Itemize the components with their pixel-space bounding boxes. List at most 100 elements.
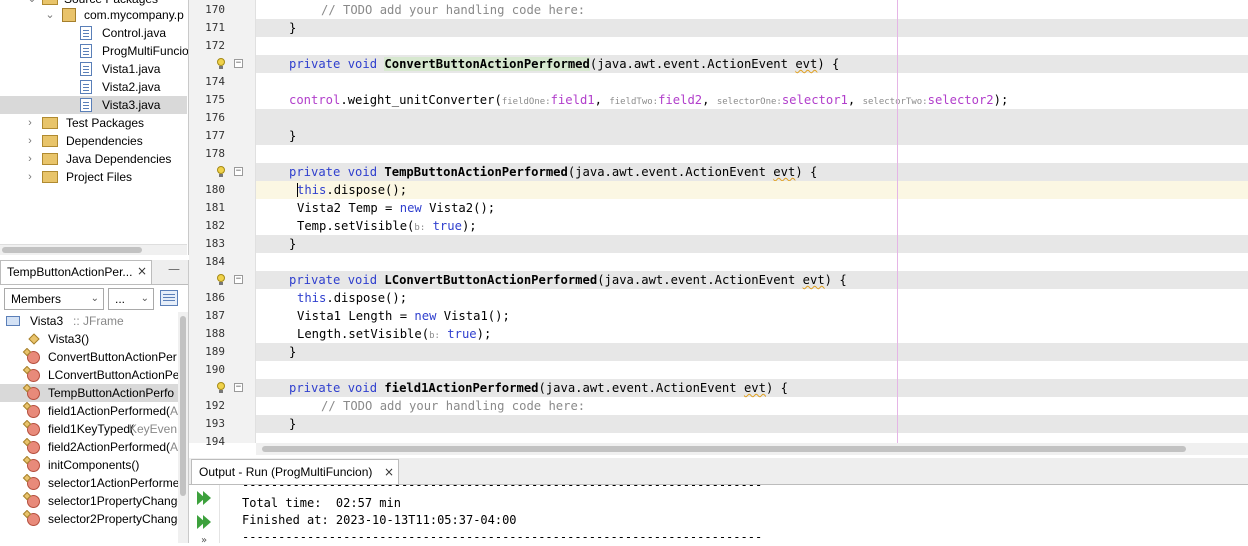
code-line[interactable]: Vista1 Length = new Vista1(); [256,307,1248,325]
chevron-down-icon[interactable]: ⌄ [44,6,56,24]
navigator-member[interactable]: field2ActionPerformed( A [0,438,178,456]
members-filter-select[interactable]: Members ⌄ [4,288,104,310]
tree-item-vista3-java[interactable]: Vista3.java [0,96,187,114]
code-line[interactable] [256,433,1248,443]
param-name: evt [795,57,818,71]
code-line[interactable]: Length.setVisible(b: true); [256,325,1248,343]
tree-item-test-packages[interactable]: › Test Packages [0,114,187,132]
rerun-icon[interactable] [197,491,213,505]
editor-horizontal-scrollbar[interactable] [256,443,1248,455]
navigator-tab[interactable]: TempButtonActionPer... × [0,260,152,284]
navigator-member[interactable]: field1KeyTyped( KeyEven [0,420,178,438]
navigator-vertical-scrollbar[interactable] [178,312,188,543]
scrollbar-thumb[interactable] [2,247,142,253]
method-icon [27,495,40,508]
tree-item-control-java[interactable]: Control.java [0,24,187,42]
member-name: initComponents() [48,458,140,472]
navigator-member[interactable]: TempButtonActionPerfo [0,384,178,402]
navigator-member[interactable]: Vista3() [0,330,178,348]
code-line[interactable]: private void LConvertButtonActionPerform… [256,271,1248,289]
minimize-icon[interactable]: — [168,262,180,276]
code-line[interactable]: Vista2 Temp = new Vista2(); [256,199,1248,217]
navigator-member[interactable]: initComponents() [0,456,178,474]
code-line[interactable]: } [256,415,1248,433]
navigator-root[interactable]: Vista3 :: JFrame [0,312,178,330]
navigator-member[interactable]: ConvertButtonActionPer [0,348,178,366]
code-line[interactable] [256,145,1248,163]
lightbulb-hint-icon[interactable] [216,166,226,178]
output-tab[interactable]: Output - Run (ProgMultiFuncion) × [191,459,399,484]
navigator-member[interactable]: LConvertButtonActionPe [0,366,178,384]
code-line[interactable] [256,73,1248,91]
rerun-with-args-icon[interactable] [197,515,213,529]
comment: // TODO add your handling code here: [321,399,586,413]
code-line[interactable]: this.dispose(); [256,289,1248,307]
code-line[interactable]: // TODO add your handling code here: [256,397,1248,415]
close-icon[interactable]: × [137,264,147,278]
keyword: new [399,201,422,215]
navigator-member[interactable]: field1ActionPerformed( A [0,402,178,420]
code-editor[interactable]: // TODO add your handling code here: } p… [256,0,1248,443]
more-actions-icon[interactable]: » [201,535,207,546]
output-console[interactable]: ----------------------------------------… [220,485,1248,543]
code-line[interactable]: private void ConvertButtonActionPerforme… [256,55,1248,73]
filters-icon[interactable] [160,290,178,306]
brace: ) { [765,381,788,395]
fold-collapse-icon[interactable]: − [234,383,243,392]
tree-item-project-files[interactable]: › Project Files [0,168,187,186]
tree-item-java-dependencies[interactable]: › Java Dependencies [0,150,187,168]
lightbulb-hint-icon[interactable] [216,382,226,394]
navigator-panel: TempButtonActionPer... × — Members ⌄ ...… [0,260,189,543]
chevron-right-icon[interactable]: › [24,114,36,132]
class-icon [6,316,20,326]
tree-item-package[interactable]: ⌄ com.mycompany.p [0,6,187,24]
code-line[interactable]: } [256,343,1248,361]
tree-item-vista1-java[interactable]: Vista1.java [0,60,187,78]
chevron-right-icon[interactable]: › [24,168,36,186]
brace: } [289,129,297,143]
chevron-right-icon[interactable]: › [24,150,36,168]
code-line[interactable] [256,361,1248,379]
method-icon [27,459,40,472]
member-name: selector1ActionPerforme [48,476,178,490]
line-number: 180 [205,183,225,196]
navigator-member[interactable]: selector1PropertyChange [0,492,178,510]
line-number: 176 [205,111,225,124]
scrollbar-thumb[interactable] [180,316,186,496]
current-code-line[interactable]: this.dispose(); [256,181,1248,199]
java-file-icon [80,98,92,112]
member-name: Vista3() [48,332,90,346]
tree-horizontal-scrollbar[interactable] [0,244,187,255]
fold-collapse-icon[interactable]: − [234,59,243,68]
code-line[interactable]: } [256,235,1248,253]
scrollbar-thumb[interactable] [262,446,1186,452]
field-ref: selector1 [781,93,848,107]
code-line[interactable] [256,253,1248,271]
code-line[interactable]: private void TempButtonActionPerformed(j… [256,163,1248,181]
member-name: TempButtonActionPerfo [48,386,175,400]
chevron-right-icon[interactable]: › [24,132,36,150]
code-line[interactable]: } [256,19,1248,37]
line-number: 172 [205,39,225,52]
code-line[interactable]: control.weight_unitConverter(fieldOne:fi… [256,91,1248,109]
secondary-filter-select[interactable]: ... ⌄ [108,288,154,310]
lightbulb-hint-icon[interactable] [216,274,226,286]
param-name: evt [802,273,825,287]
code-line[interactable]: Temp.setVisible(b: true); [256,217,1248,235]
navigator-member[interactable]: selector2PropertyChange [0,510,178,528]
fold-collapse-icon[interactable]: − [234,275,243,284]
fold-collapse-icon[interactable]: − [234,167,243,176]
code-line[interactable]: } [256,127,1248,145]
code-line[interactable] [256,37,1248,55]
navigator-member[interactable]: selector1ActionPerforme [0,474,178,492]
lightbulb-hint-icon[interactable] [216,58,226,70]
code-line[interactable]: // TODO add your handling code here: [256,1,1248,19]
method-call: .dispose(); [326,291,408,305]
code-line[interactable] [256,109,1248,127]
tree-item-vista2-java[interactable]: Vista2.java [0,78,187,96]
code-line[interactable]: private void field1ActionPerformed(java.… [256,379,1248,397]
tree-item-dependencies[interactable]: › Dependencies [0,132,187,150]
close-icon[interactable]: × [384,460,394,484]
tree-item-progmultifuncion[interactable]: ProgMultiFuncio [0,42,188,60]
java-file-icon [80,80,92,94]
